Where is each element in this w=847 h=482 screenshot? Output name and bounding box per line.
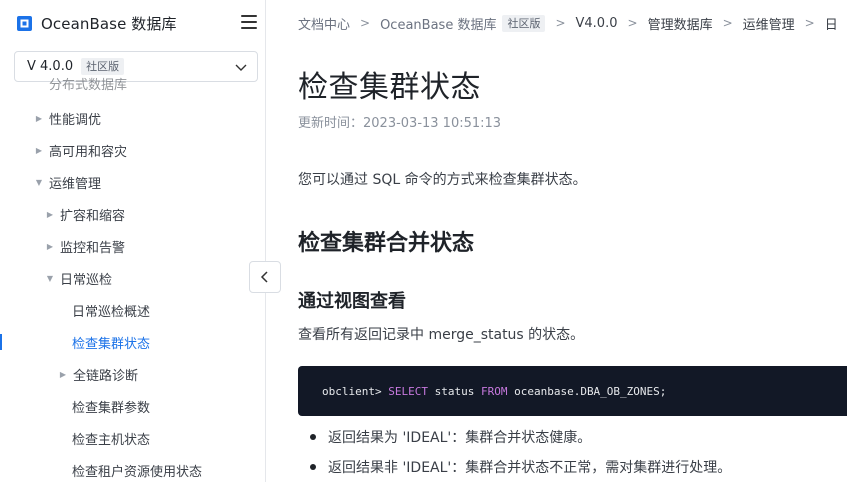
list-item: 返回结果非 'IDEAL'：集群合并状态不正常，需对集群进行处理。 xyxy=(298,457,731,477)
oceanbase-logo-icon xyxy=(17,15,32,31)
tree-item-scaling[interactable]: ▶ 扩容和缩容 xyxy=(45,203,125,225)
tree-item-label: 全链路诊断 xyxy=(73,368,139,384)
tree-item-check-cluster-status[interactable]: 检查集群状态 xyxy=(72,331,150,353)
tree-item-label: 日常巡检概述 xyxy=(72,304,151,320)
caret-right-icon: ▶ xyxy=(35,145,43,155)
breadcrumb-separator: > xyxy=(555,16,566,30)
tree-item-label: 检查集群参数 xyxy=(72,400,151,416)
page-title: 检查集群状态 xyxy=(298,70,481,105)
code-keyword: FROM xyxy=(480,384,508,398)
tree-item-check-host-status[interactable]: 检查主机状态 xyxy=(72,427,150,449)
tree-item-inspection[interactable]: ▼ 日常巡检 xyxy=(45,267,112,289)
body-paragraph: 查看所有返回记录中 merge_status 的状态。 xyxy=(298,327,585,343)
breadcrumb-separator: > xyxy=(804,16,815,30)
tree-item-full-link-diagnosis[interactable]: ▶ 全链路诊断 xyxy=(58,363,138,385)
caret-right-icon: ▶ xyxy=(59,369,67,379)
section-heading: 检查集群合并状态 xyxy=(298,231,475,256)
breadcrumb-version[interactable]: V4.0.0 xyxy=(576,16,618,31)
tree-item-label: 检查主机状态 xyxy=(72,432,151,448)
breadcrumb-product[interactable]: OceanBase 数据库 xyxy=(380,14,496,33)
tree-item-label: 日常巡检 xyxy=(60,272,113,288)
bullet-dot-icon xyxy=(310,434,316,440)
bullet-dot-icon xyxy=(310,464,316,470)
brand[interactable]: OceanBase 数据库 xyxy=(16,11,177,35)
tree-item-label: 扩容和缩容 xyxy=(60,208,126,224)
tree-item-label: 检查租户资源使用状态 xyxy=(72,464,203,480)
tree-item-label: 高可用和容灾 xyxy=(49,144,128,160)
breadcrumb-separator: > xyxy=(627,16,638,30)
tree-item-label: 分布式数据库 xyxy=(49,77,128,93)
code-keyword: SELECT xyxy=(388,384,428,398)
caret-down-icon: ▼ xyxy=(35,177,43,187)
caret-right-icon: ▶ xyxy=(46,241,54,251)
breadcrumb-ops[interactable]: 运维管理 xyxy=(743,14,795,33)
active-indicator xyxy=(0,334,2,350)
tree-item-label: 检查集群状态 xyxy=(72,336,151,352)
tree-item-label: 运维管理 xyxy=(49,176,102,192)
caret-right-icon: ▶ xyxy=(35,113,43,123)
list-item: 返回结果为 'IDEAL'：集群合并状态健康。 xyxy=(298,427,591,447)
tree-item-monitoring[interactable]: ▶ 监控和告警 xyxy=(45,235,125,257)
tree-item-check-cluster-params[interactable]: 检查集群参数 xyxy=(72,395,150,417)
collapse-sidebar-button[interactable] xyxy=(249,261,281,293)
article-content: 文档中心 > OceanBase 数据库 社区版 > V4.0.0 > 管理数据… xyxy=(298,0,847,482)
code-block[interactable]: obclient> SELECT status FROM oceanbase.D… xyxy=(298,366,847,416)
tree-item-check-tenant-resources[interactable]: 检查租户资源使用状态 xyxy=(72,459,202,481)
code-column: status xyxy=(427,384,481,398)
tree-item-performance[interactable]: ▶ 性能调优 xyxy=(34,107,101,129)
list-item-text: 返回结果非 'IDEAL'：集群合并状态不正常，需对集群进行处理。 xyxy=(328,460,732,476)
tree-item-distributed[interactable]: 分布式数据库 xyxy=(34,72,127,94)
tree-item-label: 性能调优 xyxy=(49,112,102,128)
tree-item-ha[interactable]: ▶ 高可用和容灾 xyxy=(34,139,127,161)
tree-item-inspection-overview[interactable]: 日常巡检概述 xyxy=(72,299,150,321)
subsection-heading: 通过视图查看 xyxy=(298,291,406,312)
breadcrumb-separator: > xyxy=(360,16,371,30)
list-item-text: 返回结果为 'IDEAL'：集群合并状态健康。 xyxy=(328,430,592,446)
breadcrumb: 文档中心 > OceanBase 数据库 社区版 > V4.0.0 > 管理数据… xyxy=(298,13,838,33)
code-prompt: obclient> xyxy=(322,384,389,398)
sidebar: OceanBase 数据库 V 4.0.0 社区版 分布式数据库 ▶ 性能调优 … xyxy=(0,0,266,482)
breadcrumb-separator: > xyxy=(722,16,733,30)
chevron-down-icon xyxy=(235,64,247,71)
breadcrumb-manage-db[interactable]: 管理数据库 xyxy=(648,14,713,33)
breadcrumb-edition-tag: 社区版 xyxy=(502,14,546,32)
caret-down-icon: ▼ xyxy=(46,273,54,283)
menu-icon[interactable] xyxy=(240,14,258,30)
breadcrumb-docs[interactable]: 文档中心 xyxy=(298,14,350,33)
updated-time: 更新时间：2023-03-13 10:51:13 xyxy=(298,116,502,131)
code-table: oceanbase.DBA_OB_ZONES; xyxy=(507,384,667,398)
breadcrumb-inspection[interactable]: 日 xyxy=(825,14,838,33)
tree-item-label: 监控和告警 xyxy=(60,240,126,256)
brand-name: OceanBase 数据库 xyxy=(41,14,177,33)
tree-item-ops[interactable]: ▼ 运维管理 xyxy=(34,171,101,193)
chevron-left-icon xyxy=(260,271,268,283)
caret-right-icon: ▶ xyxy=(46,209,54,219)
intro-paragraph: 您可以通过 SQL 命令的方式来检查集群状态。 xyxy=(298,172,587,188)
